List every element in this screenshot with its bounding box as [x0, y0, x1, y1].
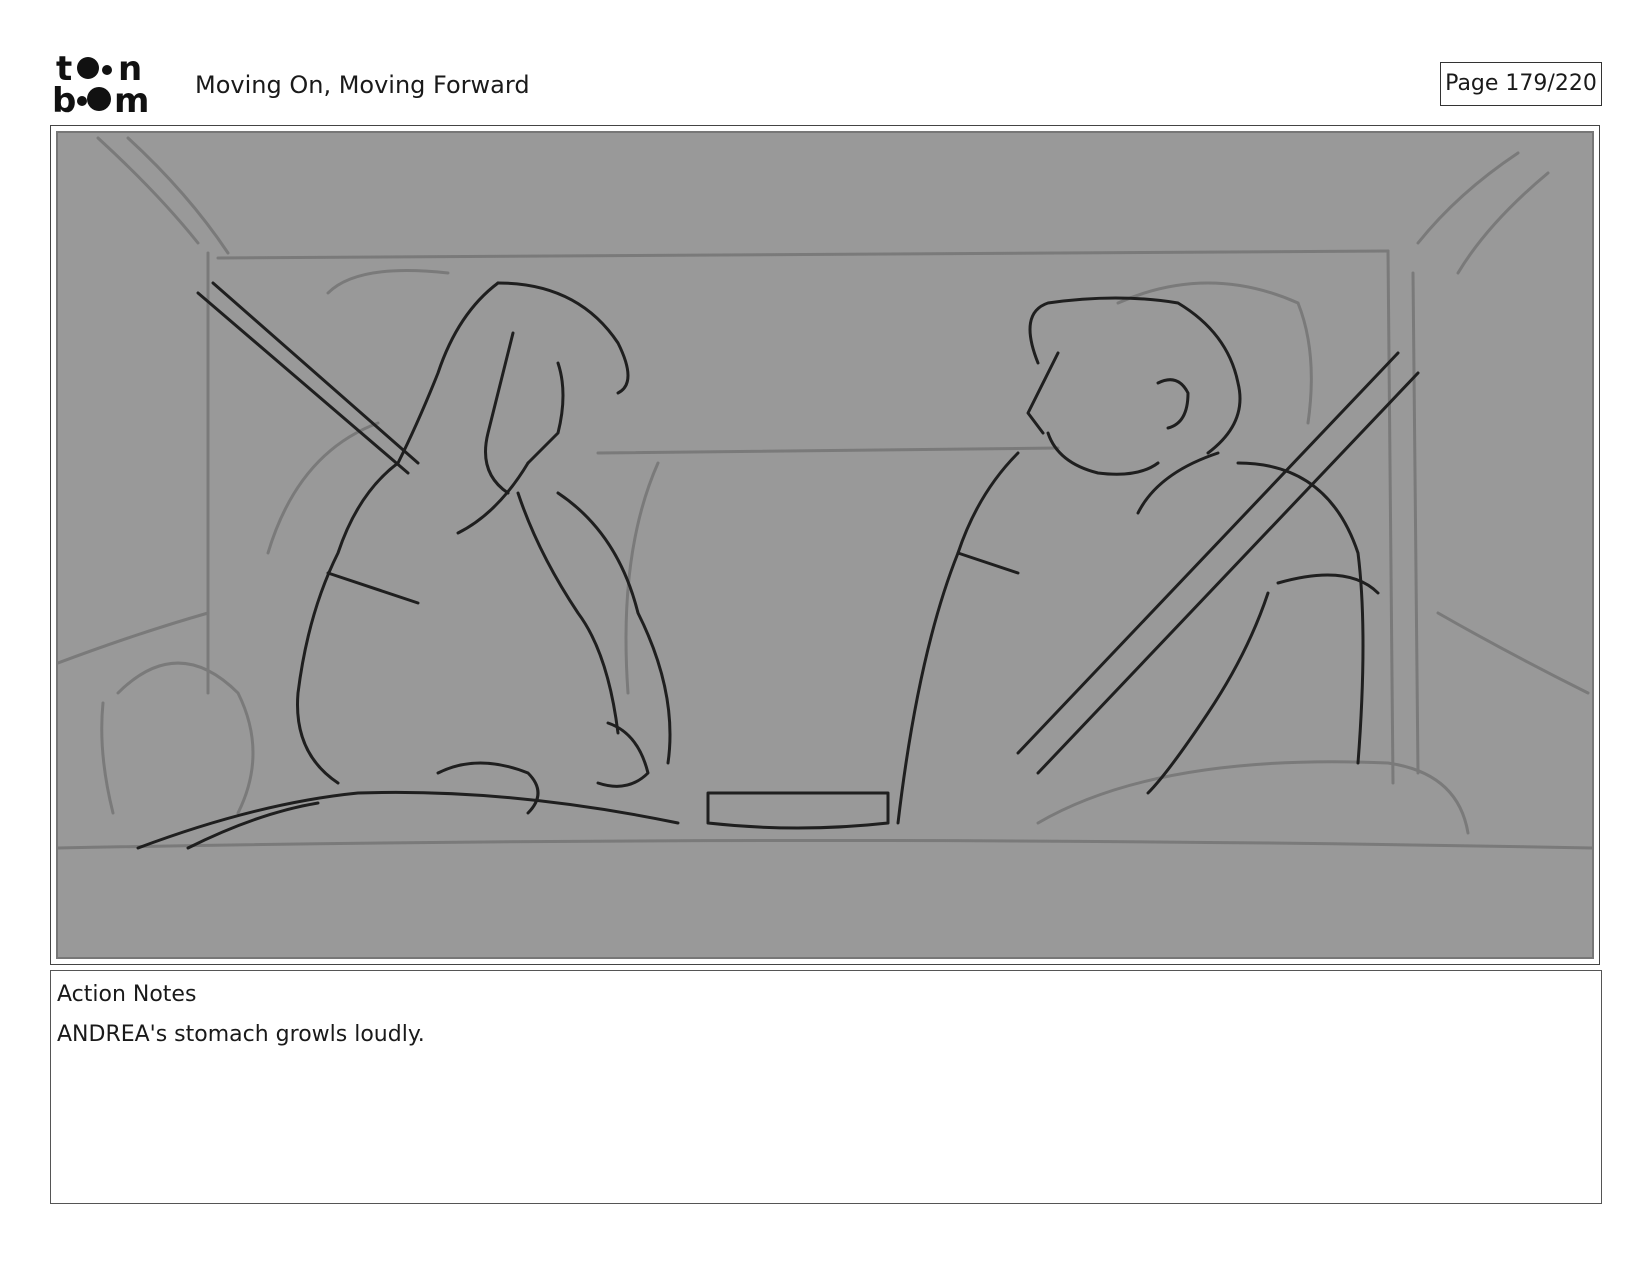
svg-text:b: b [52, 81, 76, 116]
panel-sketch [56, 131, 1594, 959]
page-number-badge: Page 179/220 [1440, 62, 1602, 106]
document-title: Moving On, Moving Forward [195, 71, 530, 99]
action-notes-text: ANDREA's stomach growls loudly. [57, 1022, 425, 1047]
svg-text:m: m [114, 81, 149, 116]
action-notes-box: Action Notes ANDREA's stomach growls lou… [50, 970, 1602, 1204]
storyboard-panel [50, 125, 1600, 965]
toon-boom-logo: t n b m [52, 50, 172, 116]
action-notes-heading: Action Notes [57, 982, 197, 1007]
